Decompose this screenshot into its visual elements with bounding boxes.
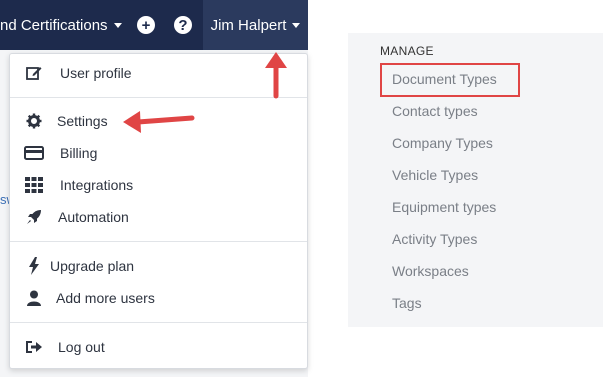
menu-item-settings[interactable]: Settings [10, 106, 307, 136]
manage-item-workspaces[interactable]: Workspaces [392, 263, 469, 279]
chevron-down-icon [292, 22, 301, 28]
user-dropdown-menu: User profile Settings Billing Integratio… [9, 53, 308, 369]
gear-icon [24, 111, 44, 131]
menu-item-label: Settings [57, 113, 108, 129]
manage-heading: MANAGE [380, 44, 434, 58]
menu-divider [10, 322, 307, 323]
menu-item-log-out[interactable]: Log out [10, 332, 307, 362]
grid-icon [24, 175, 44, 195]
menu-item-add-more-users[interactable]: Add more users [10, 283, 307, 313]
menu-item-billing[interactable]: Billing [10, 138, 307, 168]
menu-item-upgrade-plan[interactable]: Upgrade plan [10, 251, 307, 281]
sign-out-icon [24, 337, 44, 357]
help-button[interactable]: ? [174, 0, 192, 50]
menu-divider [10, 241, 307, 242]
menu-item-label: Upgrade plan [50, 258, 135, 274]
user-icon [24, 288, 44, 308]
user-menu-button[interactable]: Jim Halpert [203, 0, 308, 50]
menu-item-label: Automation [58, 209, 129, 225]
certifications-menu[interactable]: nd Certifications [0, 0, 122, 50]
manage-item-company-types[interactable]: Company Types [392, 135, 493, 151]
question-icon: ? [174, 16, 192, 34]
menu-item-user-profile[interactable]: User profile [10, 58, 307, 88]
add-button[interactable]: + [137, 0, 155, 50]
menu-item-automation[interactable]: Automation [10, 202, 307, 232]
credit-card-icon [24, 143, 44, 163]
manage-item-tags[interactable]: Tags [392, 295, 422, 311]
menu-item-integrations[interactable]: Integrations [10, 170, 307, 200]
certifications-menu-label: nd Certifications [0, 16, 108, 34]
menu-item-label: Log out [58, 339, 105, 355]
edit-icon [24, 63, 44, 83]
plus-icon: + [137, 16, 155, 34]
manage-item-activity-types[interactable]: Activity Types [392, 231, 477, 247]
manage-item-vehicle-types[interactable]: Vehicle Types [392, 167, 478, 183]
menu-item-label: Integrations [60, 177, 134, 193]
rocket-icon [24, 207, 44, 227]
manage-item-contact-types[interactable]: Contact types [392, 103, 478, 119]
menu-item-label: Billing [60, 145, 98, 161]
menu-item-label: User profile [60, 65, 132, 81]
menu-divider [10, 97, 307, 98]
user-name: Jim Halpert [210, 16, 287, 34]
highlight-box [380, 63, 520, 97]
menu-item-label: Add more users [56, 290, 155, 306]
manage-item-equipment-types[interactable]: Equipment types [392, 199, 496, 215]
chevron-down-icon [113, 22, 122, 28]
bolt-icon [24, 256, 44, 276]
